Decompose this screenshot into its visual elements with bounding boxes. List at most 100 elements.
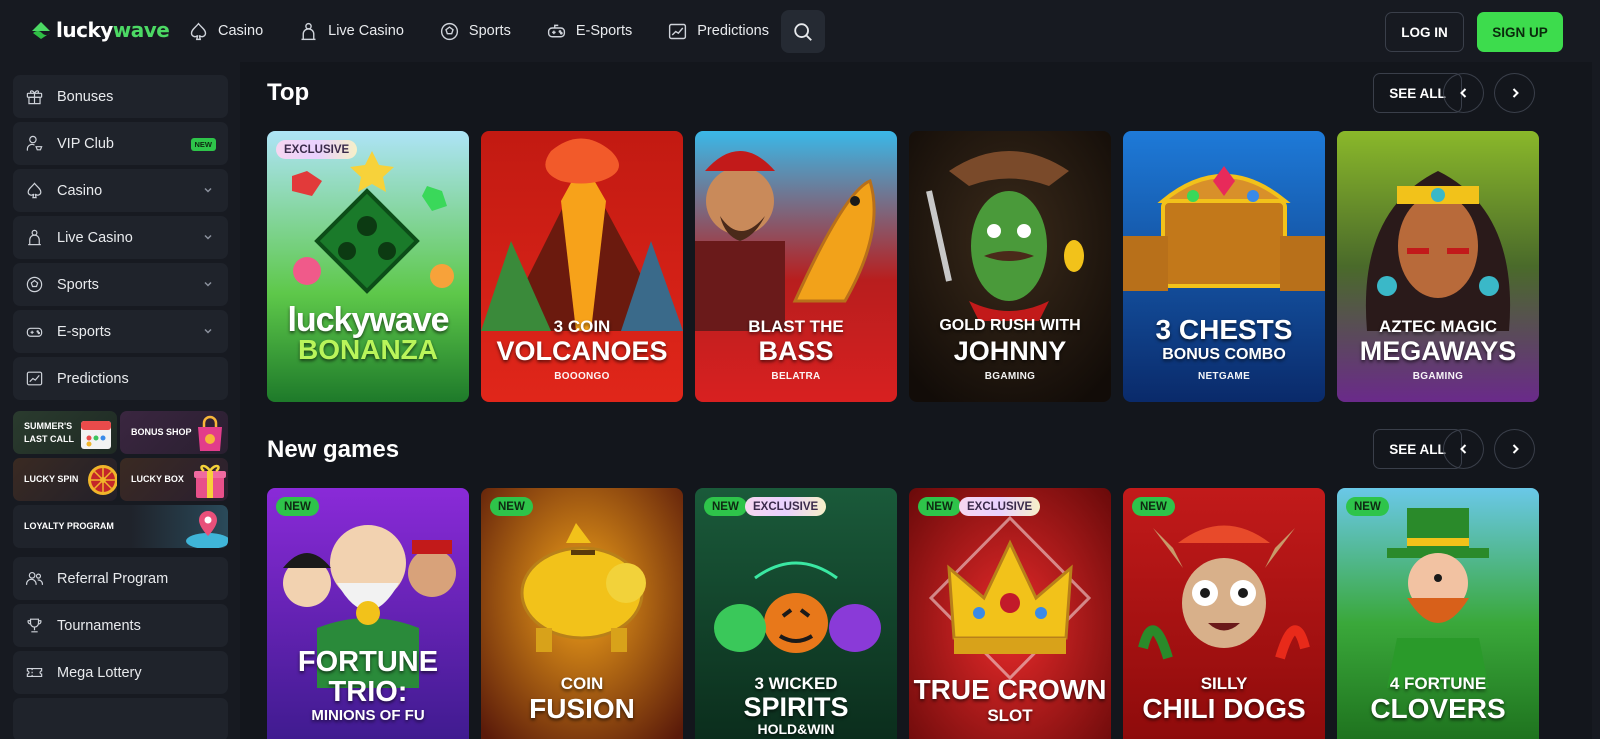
nav-sports[interactable]: Sports: [439, 10, 525, 52]
trophy-icon: [27, 618, 42, 633]
exclusive-badge: EXCLUSIVE: [745, 497, 827, 516]
game-card[interactable]: NEW 4 FORTUNE CLOVERS: [1337, 488, 1539, 739]
game-subtitle: BASS: [758, 336, 834, 366]
game-title: 3 COIN: [553, 317, 611, 336]
game-title: 3 CHESTS: [1155, 314, 1293, 345]
game-title: SILLY: [1200, 674, 1248, 693]
shopping-bag-icon: [198, 415, 222, 451]
game-subtitle: CLOVERS: [1370, 693, 1506, 724]
game-card[interactable]: NEW SILLY CHILI DOGS: [1123, 488, 1325, 739]
sidebar-item-mega-lottery[interactable]: Mega Lottery: [13, 651, 228, 694]
logo-text-lucky: lucky: [56, 18, 113, 42]
nav-predictions-label: Predictions: [697, 23, 769, 39]
new-badge: NEW: [1346, 497, 1389, 516]
chevron-left-icon: [1459, 88, 1466, 98]
logo-text-wave: wave: [112, 18, 170, 42]
nav-esports[interactable]: E-Sports: [546, 10, 646, 52]
sidebar-item-label: Predictions: [57, 370, 129, 387]
sidebar-item-referral-program[interactable]: Referral Program: [13, 557, 228, 600]
game-title: 3 WICKED: [754, 674, 838, 693]
game-subtitle: JOHNNY: [953, 336, 1067, 366]
game-title: 4 FORTUNE: [1389, 674, 1487, 693]
prev-button[interactable]: [1443, 429, 1484, 469]
chevron-right-icon: [1512, 88, 1519, 98]
prev-button[interactable]: [1443, 73, 1484, 113]
game-subtitle: VOLCANOES: [496, 336, 668, 366]
sidebar-item-bonuses[interactable]: Bonuses: [13, 75, 228, 118]
new-badge: NEW: [1132, 497, 1175, 516]
spade-icon: [27, 182, 42, 199]
promo-bonus-shop[interactable]: BONUS SHOP: [120, 411, 228, 454]
nav-predictions[interactable]: Predictions: [667, 10, 783, 52]
chevron-right-icon: [1512, 444, 1519, 454]
logo[interactable]: luckywave: [30, 18, 170, 42]
spade-icon: [190, 22, 207, 40]
game-title: COIN: [560, 674, 604, 693]
new-badge: NEW: [276, 497, 319, 516]
sidebar-item-label: Bonuses: [57, 88, 114, 105]
sidebar-item-casino[interactable]: Casino: [13, 169, 228, 212]
signup-button[interactable]: SIGN UP: [1477, 12, 1563, 52]
game-subtitle: FUSION: [529, 693, 635, 724]
chevron-down-icon: [204, 328, 212, 334]
game-card[interactable]: BLAST THE BASS BELATRA: [695, 131, 897, 402]
game-card[interactable]: AZTEC MAGIC MEGAWAYS BGAMING: [1337, 131, 1539, 402]
main-content: Top SEE ALL EXCLUSIVE luckywave BONANZA …: [240, 62, 1600, 739]
top-bar: luckywave Casino Live Casino Sports E-Sp…: [0, 0, 1600, 62]
next-button[interactable]: [1494, 429, 1535, 469]
sidebar-item-label: Sports: [57, 276, 99, 293]
game-provider: BGAMING: [984, 371, 1036, 382]
scrollbar-track[interactable]: [1592, 62, 1600, 739]
sidebar-item-label: Casino: [57, 182, 103, 199]
sidebar-item-label: VIP Club: [57, 135, 114, 152]
promo-lucky-spin[interactable]: LUCKY SPIN: [13, 458, 117, 501]
login-button[interactable]: LOG IN: [1385, 12, 1464, 52]
game-card[interactable]: 3 CHESTS BONUS COMBO NETGAME: [1123, 131, 1325, 402]
game-subtitle: TRIO:: [328, 676, 408, 708]
section-title-new-games: New games: [267, 436, 400, 463]
nav-casino-label: Casino: [218, 23, 264, 39]
game-card[interactable]: GOLD RUSH WITH JOHNNY BGAMING: [909, 131, 1111, 402]
sidebar-item-vip-club[interactable]: VIP Club NEW: [13, 122, 228, 165]
main-nav: Casino Live Casino Sports E-Sports Predi…: [188, 10, 804, 52]
game-title: AZTEC MAGIC: [1378, 317, 1498, 336]
soccer-ball-icon: [440, 22, 458, 40]
exclusive-badge: EXCLUSIVE: [276, 140, 358, 159]
sidebar-item-label: E-sports: [57, 323, 111, 340]
gamepad-icon: [26, 327, 43, 337]
game-provider: NETGAME: [1197, 371, 1251, 382]
search-button[interactable]: [781, 10, 825, 53]
promo-lucky-box[interactable]: LUCKY BOX: [120, 458, 228, 501]
sidebar-item-predictions[interactable]: Predictions: [13, 357, 228, 400]
promo-loyalty-program[interactable]: LOYALTY PROGRAM: [13, 505, 228, 548]
sidebar-item-tournaments[interactable]: Tournaments: [13, 604, 228, 647]
next-button[interactable]: [1494, 73, 1535, 113]
vip-user-icon: [26, 135, 43, 151]
game-card[interactable]: NEW COIN FUSION: [481, 488, 683, 739]
nav-casino[interactable]: Casino: [188, 10, 277, 52]
search-icon: [794, 22, 812, 41]
game-subtitle-2: HOLD&WIN: [757, 721, 835, 737]
nav-live-casino[interactable]: Live Casino: [298, 10, 418, 52]
game-card[interactable]: NEW FORTUNE TRIO: MINIONS OF FU: [267, 488, 469, 739]
game-card[interactable]: NEW EXCLUSIVE TRUE CROWN SLOT: [909, 488, 1111, 739]
game-provider: BELATRA: [771, 371, 821, 382]
sidebar-item-live-casino[interactable]: Live Casino: [13, 216, 228, 259]
game-card[interactable]: 3 COIN VOLCANOES BOOONGO: [481, 131, 683, 402]
gift-box-icon: [194, 464, 226, 498]
sidebar-item-sports[interactable]: Sports: [13, 263, 228, 306]
promo-summers-last-call[interactable]: SUMMER'S LAST CALL: [13, 411, 117, 454]
game-provider: BOOONGO: [554, 371, 610, 382]
sidebar-item-label: Mega Lottery: [57, 664, 142, 681]
game-subtitle: MEGAWAYS: [1359, 336, 1517, 366]
soccer-ball-icon: [26, 276, 43, 293]
game-title: BLAST THE: [748, 317, 844, 336]
dealer-icon: [28, 229, 41, 246]
gift-icon: [26, 90, 43, 105]
sidebar-item-esports[interactable]: E-sports: [13, 310, 228, 353]
game-card[interactable]: NEW EXCLUSIVE 3 WICKED SPIRITS HOLD&WIN: [695, 488, 897, 739]
sidebar-item-more[interactable]: [13, 698, 228, 739]
new-badge: NEW: [704, 497, 747, 516]
game-card[interactable]: EXCLUSIVE luckywave BONANZA: [267, 131, 469, 402]
chevron-down-icon: [204, 187, 212, 193]
